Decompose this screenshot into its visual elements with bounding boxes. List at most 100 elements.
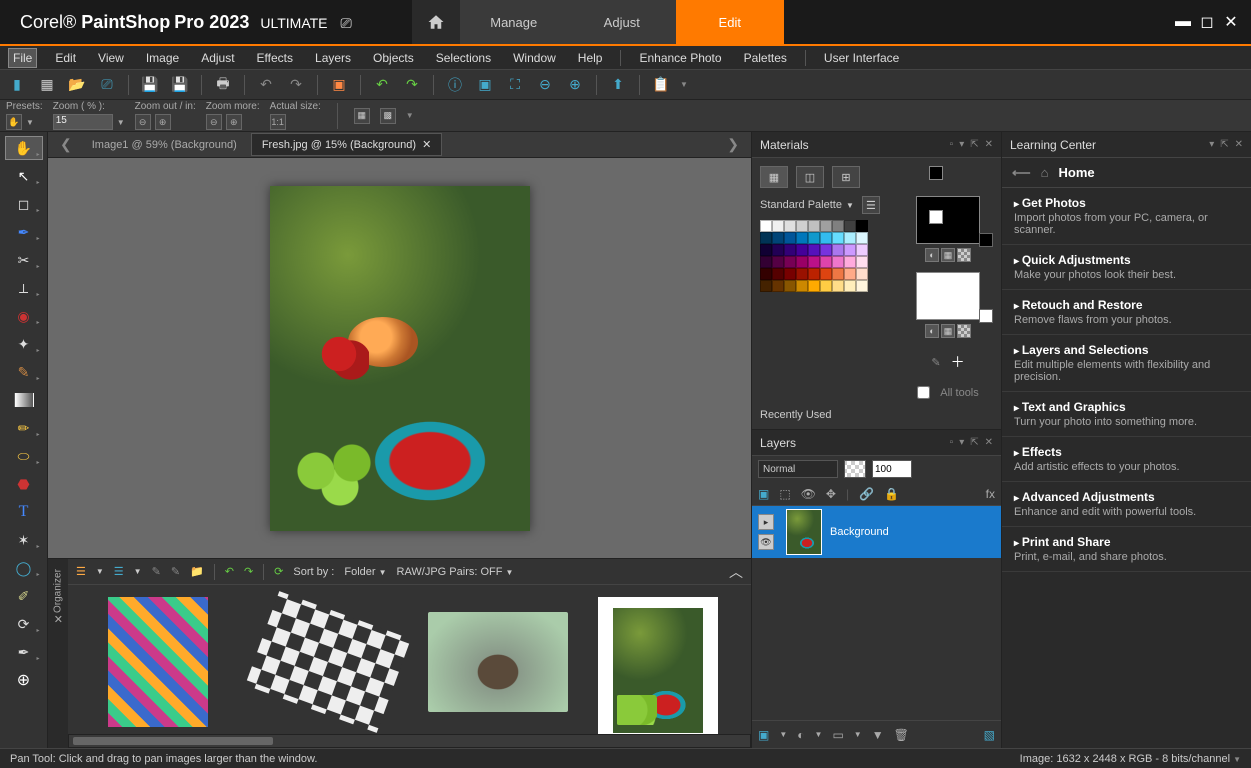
tab-adjust[interactable]: Adjust bbox=[568, 0, 676, 44]
foreground-swatch[interactable] bbox=[916, 196, 980, 244]
dropdown-icon[interactable]: ▼ bbox=[779, 730, 787, 739]
color-swatch[interactable] bbox=[808, 280, 820, 292]
color-swatch[interactable] bbox=[784, 220, 796, 232]
color-swatch[interactable] bbox=[820, 244, 832, 256]
opacity-input[interactable]: 100 bbox=[872, 460, 912, 478]
zoom-in-button[interactable]: ⊕ bbox=[155, 114, 171, 130]
grid-icon-1[interactable]: ▦ bbox=[354, 108, 370, 124]
color-swatch[interactable] bbox=[844, 256, 856, 268]
color-swatch[interactable] bbox=[760, 280, 772, 292]
color-swatch[interactable] bbox=[784, 232, 796, 244]
add-tool[interactable]: ⊕ bbox=[5, 668, 43, 692]
maximize-button[interactable]: ◻ bbox=[1199, 14, 1215, 30]
undo-icon[interactable]: ↶ bbox=[225, 565, 234, 578]
layer-background[interactable]: ▸ 👁 Background bbox=[752, 506, 1001, 558]
dropdown-icon[interactable]: ▼ bbox=[406, 111, 414, 120]
menu-image[interactable]: Image bbox=[142, 49, 183, 67]
menu-effects[interactable]: Effects bbox=[253, 49, 297, 67]
color-swatch[interactable] bbox=[844, 244, 856, 256]
color-swatch[interactable] bbox=[772, 256, 784, 268]
color-swatch[interactable] bbox=[796, 244, 808, 256]
thumbnail-3[interactable] bbox=[428, 597, 568, 727]
zoom-in-icon[interactable]: ⊕ bbox=[564, 74, 586, 96]
color-swatch[interactable] bbox=[760, 268, 772, 280]
pin-icon[interactable]: ⇱ bbox=[970, 139, 978, 150]
menu-window[interactable]: Window bbox=[509, 49, 560, 67]
straighten-tool[interactable]: ⟂▸ bbox=[5, 276, 43, 300]
learning-section[interactable]: Retouch and RestoreRemove flaws from you… bbox=[1002, 290, 1251, 335]
color-swatch[interactable] bbox=[856, 244, 868, 256]
eye-icon[interactable]: 👁 bbox=[758, 534, 774, 550]
info-icon[interactable]: ⓘ bbox=[444, 74, 466, 96]
color-swatch[interactable] bbox=[772, 244, 784, 256]
scrollbar-horizontal[interactable] bbox=[68, 734, 751, 748]
menu-user-interface[interactable]: User Interface bbox=[820, 49, 903, 67]
pen-tool[interactable]: ✐ bbox=[5, 584, 43, 608]
color-swatch[interactable] bbox=[796, 280, 808, 292]
shape-tool[interactable]: ✶▸ bbox=[5, 528, 43, 552]
sort-asc-icon[interactable]: ☰ bbox=[76, 565, 86, 578]
crop-tool[interactable]: ✂▸ bbox=[5, 248, 43, 272]
fit-screen-icon[interactable]: ⛶ bbox=[504, 74, 526, 96]
float-icon[interactable]: ▫ bbox=[950, 139, 954, 150]
color-swatch[interactable] bbox=[808, 220, 820, 232]
thumbnail-4[interactable] bbox=[598, 597, 718, 734]
new-layer-icon[interactable]: ▣ bbox=[758, 487, 769, 501]
color-swatch[interactable] bbox=[796, 232, 808, 244]
thumbnail-2[interactable] bbox=[258, 597, 398, 727]
close-icon[interactable]: ✕ bbox=[1235, 139, 1243, 150]
dropdown-icon[interactable]: ▼ bbox=[134, 567, 142, 576]
menu-icon[interactable]: ▾ bbox=[959, 139, 964, 150]
trans-icon[interactable] bbox=[957, 248, 971, 262]
pan-tool[interactable]: ✋▸ bbox=[5, 136, 43, 160]
menu-help[interactable]: Help bbox=[574, 49, 607, 67]
color-swatch[interactable] bbox=[796, 268, 808, 280]
color-swatch[interactable] bbox=[856, 280, 868, 292]
airbrush-tool[interactable]: ⬭▸ bbox=[5, 444, 43, 468]
camera-icon[interactable]: ▦ bbox=[36, 74, 58, 96]
color-swatch[interactable] bbox=[772, 268, 784, 280]
brush2-icon[interactable]: ✎ bbox=[171, 565, 180, 578]
color-swatch[interactable] bbox=[832, 256, 844, 268]
makeover-tool[interactable]: ✦▸ bbox=[5, 332, 43, 356]
pin-icon[interactable]: ⇱ bbox=[970, 437, 978, 448]
learning-header[interactable]: Learning Center ▾⇱✕ bbox=[1002, 132, 1251, 158]
delete-icon[interactable]: 🗑 bbox=[894, 728, 909, 742]
color-swatch[interactable] bbox=[796, 256, 808, 268]
color-swatch[interactable] bbox=[808, 256, 820, 268]
lock-icon[interactable]: 🔒 bbox=[884, 487, 899, 501]
brush-icon[interactable]: ✎ bbox=[152, 565, 161, 578]
dropdown-icon[interactable]: ▼ bbox=[854, 730, 862, 739]
text-tool[interactable]: T bbox=[5, 500, 43, 524]
menu-palettes[interactable]: Palettes bbox=[740, 49, 791, 67]
zoom-out-button[interactable]: ⊖ bbox=[135, 114, 151, 130]
zoom-in-more-button[interactable]: ⊕ bbox=[226, 114, 242, 130]
learning-section[interactable]: Text and GraphicsTurn your photo into so… bbox=[1002, 392, 1251, 437]
frame-icon[interactable]: ⊞ bbox=[832, 166, 860, 188]
paint-tool[interactable]: ✏▸ bbox=[5, 416, 43, 440]
dropper-tool[interactable]: ✒▸ bbox=[5, 220, 43, 244]
clone-tool[interactable]: ✎▸ bbox=[5, 360, 43, 384]
open-icon[interactable]: 📂 bbox=[66, 74, 88, 96]
effects-icon[interactable]: fx bbox=[986, 487, 995, 501]
resize-icon[interactable]: ▣ bbox=[328, 74, 350, 96]
tab-manage[interactable]: Manage bbox=[460, 0, 568, 44]
rev-icon[interactable]: ◐ bbox=[925, 324, 939, 338]
canvas[interactable] bbox=[48, 158, 751, 558]
null-icon[interactable]: ▦ bbox=[941, 248, 955, 262]
color-swatch[interactable] bbox=[808, 244, 820, 256]
all-tools-checkbox[interactable] bbox=[917, 386, 930, 399]
color-swatch[interactable] bbox=[772, 280, 784, 292]
menu-layers[interactable]: Layers bbox=[311, 49, 355, 67]
menu-selections[interactable]: Selections bbox=[432, 49, 495, 67]
color-swatch[interactable] bbox=[760, 256, 772, 268]
redo-icon[interactable]: ↷ bbox=[285, 74, 307, 96]
tab-edit[interactable]: Edit bbox=[676, 0, 784, 44]
close-icon[interactable]: ✕ bbox=[53, 613, 62, 626]
redo-icon[interactable]: ↷ bbox=[244, 565, 253, 578]
mask-icon[interactable]: ▭ bbox=[832, 728, 843, 742]
color-swatch[interactable] bbox=[832, 220, 844, 232]
folder-icon[interactable]: 📁 bbox=[190, 565, 204, 578]
dropdown-icon[interactable]: ▼ bbox=[96, 567, 104, 576]
menu-icon[interactable]: ▾ bbox=[1209, 139, 1214, 150]
